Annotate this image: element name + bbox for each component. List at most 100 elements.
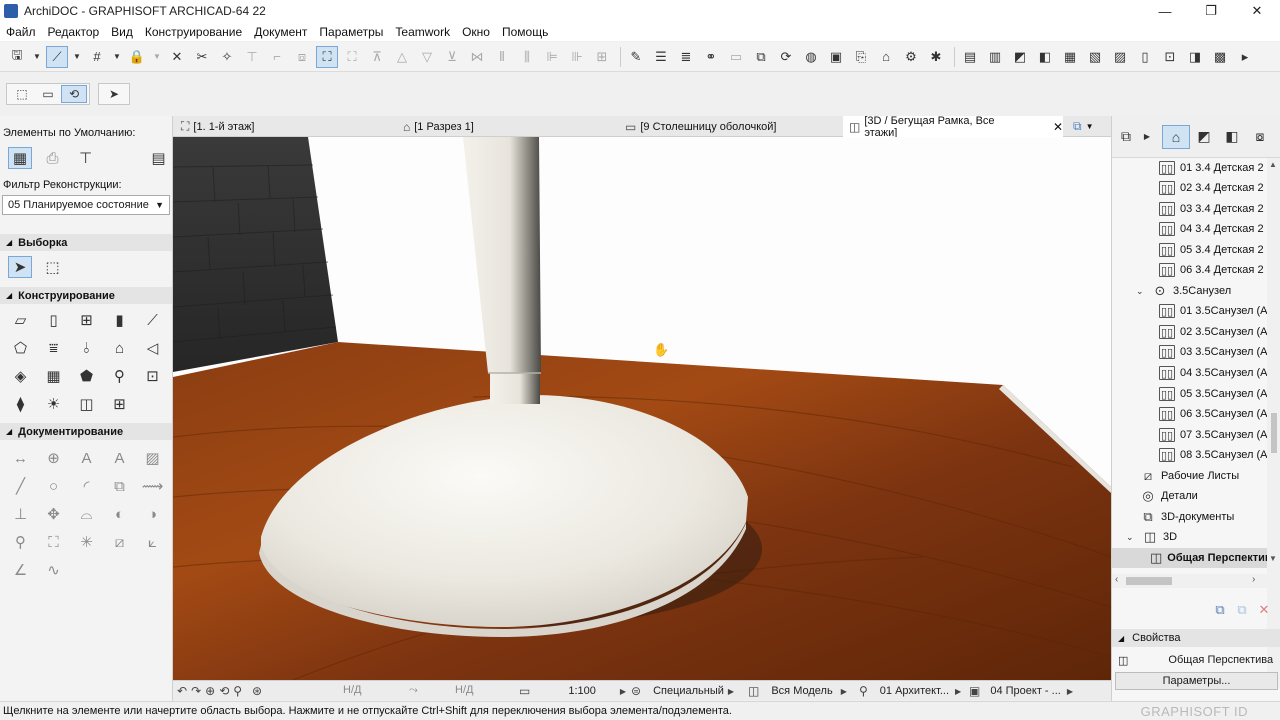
section-selection[interactable]: ◢ Выборка xyxy=(0,234,172,251)
layer-zone-icon[interactable]: ▩ xyxy=(1209,46,1231,68)
dimension-control[interactable]: ▣ 04 Проект - ... ▶ xyxy=(969,684,1077,698)
3d-viewport[interactable]: ✋ xyxy=(173,137,1111,680)
shell-tool-icon[interactable]: ◁ xyxy=(136,335,169,361)
edit-icon[interactable]: ✎ xyxy=(625,46,647,68)
door-tool-icon[interactable]: ▯ xyxy=(37,307,70,333)
morph-tool-icon[interactable]: ⬟ xyxy=(70,363,103,389)
roof-tool-icon[interactable]: ⌂ xyxy=(103,335,136,361)
tree-item[interactable]: ▯▯ 03 3.5Санузел (Ав xyxy=(1159,342,1267,362)
beam-tool-icon[interactable]: ⟋ xyxy=(136,307,169,333)
hotspot-tool-icon[interactable]: ✥ xyxy=(37,501,70,527)
menu-view[interactable]: Вид xyxy=(111,25,133,39)
navigator-tree-icon[interactable]: ⧉ xyxy=(1112,125,1140,149)
save-icon[interactable]: 🖫 xyxy=(6,46,28,68)
tree-folder-3d-documents[interactable]: ⧉ 3D-документы xyxy=(1140,507,1234,527)
copy-icon[interactable]: ⎘ xyxy=(850,46,872,68)
tree-item-selected[interactable]: ◫ Общая Перспектива xyxy=(1112,548,1267,568)
more-tools-icon[interactable]: ▸ xyxy=(1234,46,1256,68)
render-icon[interactable]: ⌂ xyxy=(875,46,897,68)
chevron-down-icon[interactable]: ⌄ xyxy=(1136,286,1146,297)
worksheet-tool-icon[interactable]: ⛶ xyxy=(37,529,70,555)
stair-tool-icon[interactable]: ⩸ xyxy=(37,335,70,361)
default-favorites-icon[interactable]: ▤ xyxy=(142,145,175,171)
layer-morph-icon[interactable]: ◨ xyxy=(1184,46,1206,68)
tree-folder-details[interactable]: ◎ Детали xyxy=(1140,486,1197,506)
close-tab-icon[interactable]: ✕ xyxy=(1053,120,1063,134)
marquee-box-icon[interactable]: ▭ xyxy=(35,85,61,103)
tree-item[interactable]: ▯▯ 02 3.4 Детская 2 ( xyxy=(1159,178,1267,198)
polyline-tool-icon[interactable]: ⟿ xyxy=(136,473,169,499)
line-tool-icon[interactable]: ╱ xyxy=(4,473,37,499)
distribute-v-icon[interactable]: ⫼ xyxy=(516,46,538,68)
align-down-icon[interactable]: ▽ xyxy=(416,46,438,68)
center-icon[interactable]: ⊞ xyxy=(591,46,613,68)
view-map-icon[interactable]: ◩ xyxy=(1190,125,1218,149)
settings-icon[interactable]: ⚙ xyxy=(900,46,922,68)
delete-view-icon[interactable]: ✕ xyxy=(1253,602,1275,618)
scale-control[interactable]: ▭ 1:100 ▶ xyxy=(519,684,630,698)
align-top-icon[interactable]: ⊼ xyxy=(366,46,388,68)
window-tool-icon[interactable]: ⊞ xyxy=(70,307,103,333)
group-icon[interactable]: ⛶ xyxy=(316,45,338,68)
default-tree-icon[interactable]: ⊤ xyxy=(69,145,102,171)
menu-design[interactable]: Конструирование xyxy=(145,25,242,39)
tree-item[interactable]: ▯▯ 04 3.4 Детская 2 ( xyxy=(1159,219,1267,239)
mirror-icon[interactable]: ⋈ xyxy=(466,46,488,68)
tab-list-dropdown[interactable]: ⧉ ▼ xyxy=(1067,116,1109,137)
frame-icon[interactable]: ▣ xyxy=(825,46,847,68)
tree-folder-worksheets[interactable]: ⧄ Рабочие Листы xyxy=(1140,466,1239,486)
distribute-h-icon[interactable]: ⫴ xyxy=(491,46,513,68)
orbit-icon[interactable]: ⟲ xyxy=(219,684,229,698)
tree-item[interactable]: ▯▯ 06 3.4 Детская 2 ( xyxy=(1159,260,1267,280)
figure-tool-icon[interactable]: ⧉ xyxy=(103,473,136,499)
layer-roof-icon[interactable]: ◩ xyxy=(1009,46,1031,68)
lock-dropdown-icon[interactable]: ▼ xyxy=(151,46,163,68)
tree-item[interactable]: ▯▯ 02 3.5Санузел (Ав xyxy=(1159,322,1267,342)
adjust-icon[interactable]: ⌐ xyxy=(266,46,288,68)
curtain-wall-tool-icon[interactable]: ▦ xyxy=(37,363,70,389)
interior-elevation-icon[interactable]: ⚲ xyxy=(4,529,37,555)
ungroup-icon[interactable]: ⛶ xyxy=(341,46,363,68)
rotate-view-icon[interactable]: ⟲ xyxy=(61,85,87,103)
maximize-button[interactable]: ❐ xyxy=(1188,0,1234,22)
menu-edit[interactable]: Редактор xyxy=(48,25,100,39)
trim-icon[interactable]: ⊤ xyxy=(241,46,263,68)
spline-tool-icon[interactable]: ∠ xyxy=(4,557,37,583)
marquee-select-icon[interactable]: ⬚ xyxy=(36,254,69,280)
dimension-tool-icon[interactable]: ↔ xyxy=(4,445,37,471)
menu-file[interactable]: Файл xyxy=(6,25,36,39)
zone-tool-icon[interactable]: ⊡ xyxy=(136,363,169,389)
camera-tool-icon[interactable]: ⟀ xyxy=(136,529,169,555)
chevron-right-icon[interactable]: ▶ xyxy=(1140,125,1154,149)
default-grid-icon[interactable]: ▦ xyxy=(8,147,32,169)
marquee-dash-icon[interactable]: ⬚ xyxy=(9,85,35,103)
tree-item[interactable]: ▯▯ 01 3.4 Детская 2 ( xyxy=(1159,158,1267,178)
section-design[interactable]: ◢ Конструирование xyxy=(0,287,172,304)
arc-tool-icon[interactable]: ◜ xyxy=(70,473,103,499)
section-tool-icon[interactable]: ◐ xyxy=(103,501,136,527)
wall-tool-icon[interactable]: ▱ xyxy=(4,307,37,333)
split-icon[interactable]: ✂ xyxy=(191,46,213,68)
fit-zoom-icon[interactable]: ⊛ xyxy=(252,684,262,698)
bug-icon[interactable]: ✱ xyxy=(925,46,947,68)
close-window-button[interactable]: ✕ xyxy=(1234,0,1280,22)
tree-item[interactable]: ▯▯ 06 3.5Санузел (Ав xyxy=(1159,404,1267,424)
wave-tool-icon[interactable]: ∿ xyxy=(37,557,70,583)
scroll-down-icon[interactable]: ▼ xyxy=(1269,554,1277,563)
align-up-icon[interactable]: △ xyxy=(391,46,413,68)
scroll-up-icon[interactable]: ▲ xyxy=(1269,160,1277,169)
redo-zoom-icon[interactable]: ↷ xyxy=(191,684,201,698)
layer-window-icon[interactable]: ▧ xyxy=(1084,46,1106,68)
layer-stair-icon[interactable]: ▨ xyxy=(1109,46,1131,68)
layer-slab-icon[interactable]: ▥ xyxy=(984,46,1006,68)
lock-icon[interactable]: 🔒 xyxy=(126,46,148,68)
align-bottom-icon[interactable]: ⊻ xyxy=(441,46,463,68)
link-icon[interactable]: ⚭ xyxy=(700,46,722,68)
layer-combination-control[interactable]: ⚲ 01 Архитект... ▶ xyxy=(859,684,965,698)
layer-mesh-icon[interactable]: ⊡ xyxy=(1159,46,1181,68)
walk-icon[interactable]: ⚲ xyxy=(233,684,242,698)
scroll-left-icon[interactable]: ‹ xyxy=(1115,574,1118,585)
elevation-marker-icon[interactable]: ⊥ xyxy=(4,501,37,527)
tree-item[interactable]: ▯▯ 05 3.4 Детская 2 ( xyxy=(1159,240,1267,260)
default-stamp-icon[interactable]: ⎙ xyxy=(36,145,69,171)
